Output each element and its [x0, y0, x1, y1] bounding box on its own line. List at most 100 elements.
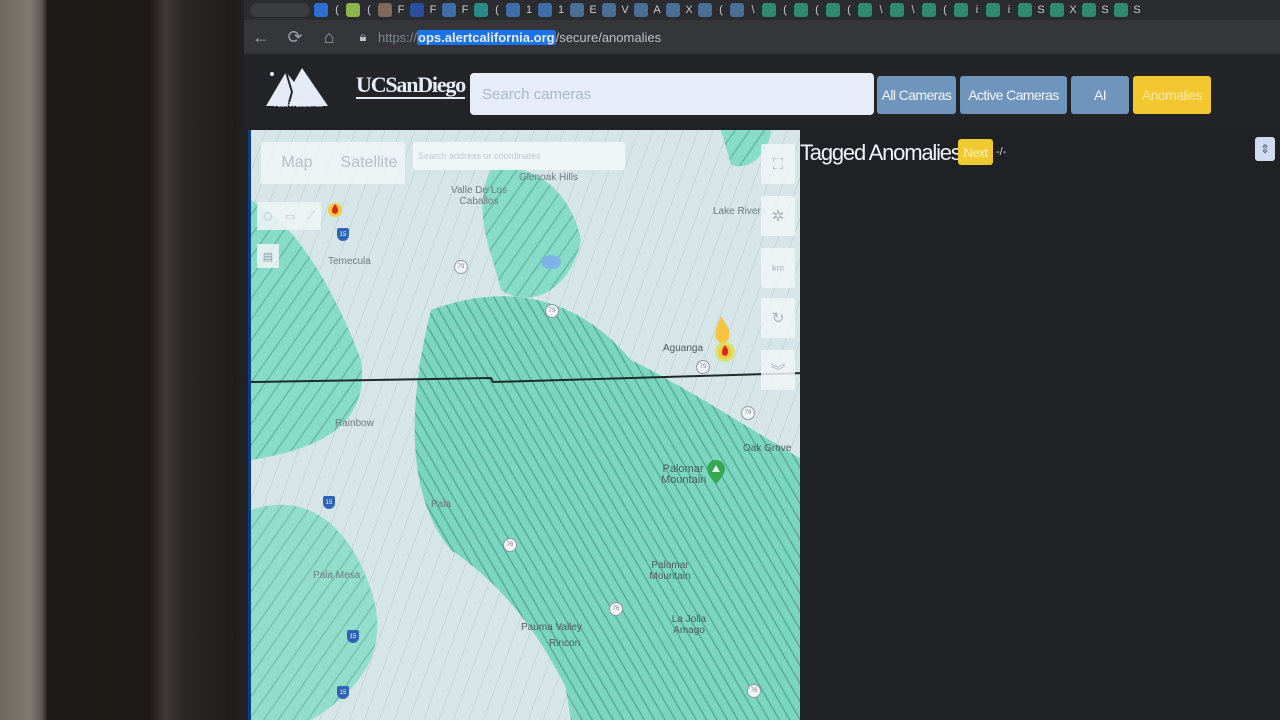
ai-button[interactable]: AI: [1071, 76, 1129, 114]
tab-title[interactable]: (: [332, 4, 342, 16]
tab-favicon[interactable]: [666, 3, 680, 17]
tab-title[interactable]: (: [844, 4, 854, 16]
url-bar[interactable]: 🔒︎ https:// ops.alertcalifornia.org /sec…: [352, 23, 1280, 51]
tab-favicon[interactable]: [762, 3, 776, 17]
tab-favicon[interactable]: [922, 3, 936, 17]
map-type-satellite[interactable]: Satellite: [333, 154, 405, 172]
tab-favicon[interactable]: [602, 3, 616, 17]
map-label: Pauma Valley: [521, 622, 582, 633]
tab-title[interactable]: E: [588, 4, 598, 16]
next-button[interactable]: Next: [958, 139, 993, 165]
tab-favicon[interactable]: [538, 3, 552, 17]
rotate-icon: ↻: [771, 310, 785, 327]
route-marker: 79: [454, 260, 468, 274]
park-marker-icon[interactable]: [707, 460, 725, 484]
tab-title[interactable]: (: [940, 4, 950, 16]
tab-favicon[interactable]: [410, 3, 424, 17]
fullscreen-button[interactable]: ⛶: [761, 144, 795, 184]
ruler-icon[interactable]: ▤: [257, 244, 279, 268]
tab-title[interactable]: 1: [524, 4, 534, 16]
tab-title[interactable]: S: [1100, 4, 1110, 16]
all-cameras-button[interactable]: All Cameras: [877, 76, 956, 114]
tab-title[interactable]: V: [620, 4, 630, 16]
tab-title[interactable]: X: [1068, 4, 1078, 16]
tab-active[interactable]: [250, 3, 310, 17]
anomalies-button[interactable]: Anomalies: [1133, 76, 1211, 114]
panel-title: Tagged Anomalies 0: [800, 140, 970, 166]
interstate-shield: 15: [337, 228, 349, 241]
network-icon: ✲: [771, 208, 785, 225]
tab-favicon[interactable]: [570, 3, 584, 17]
tab-favicon[interactable]: [954, 3, 968, 17]
tab-favicon[interactable]: [1018, 3, 1032, 17]
tab-title[interactable]: (: [492, 4, 502, 16]
tab-favicon[interactable]: [506, 3, 520, 17]
map-label: Aguanga: [663, 343, 704, 354]
panel-toggle-button[interactable]: ⇕: [1255, 137, 1275, 161]
interstate-shield: 15: [347, 630, 359, 643]
fire-marker[interactable]: [327, 200, 343, 218]
tab-title[interactable]: \: [908, 4, 918, 16]
tab-favicon[interactable]: [378, 3, 392, 17]
tab-title[interactable]: (: [780, 4, 790, 16]
map-label: Pala: [431, 499, 452, 510]
map-type-toggle: Map Satellite: [261, 142, 405, 184]
scale-button[interactable]: km: [761, 248, 795, 288]
tab-favicon[interactable]: [1082, 3, 1096, 17]
tagged-anomalies-heading: Tagged Anomalies: [800, 140, 962, 165]
map-type-map[interactable]: Map: [261, 154, 333, 172]
alertcalifornia-logo[interactable]: [262, 62, 332, 118]
tab-favicon[interactable]: [474, 3, 488, 17]
tab-favicon[interactable]: [346, 3, 360, 17]
tab-title[interactable]: (: [716, 4, 726, 16]
tab-favicon[interactable]: [1050, 3, 1064, 17]
tab-favicon[interactable]: [698, 3, 712, 17]
rectangle-tool-icon[interactable]: ▭: [285, 210, 295, 223]
reload-button[interactable]: ⟳: [278, 22, 312, 52]
tab-favicon[interactable]: [730, 3, 744, 17]
network-button[interactable]: ✲: [761, 196, 795, 236]
tab-favicon[interactable]: [890, 3, 904, 17]
route-marker: 76: [747, 684, 761, 698]
home-button[interactable]: ⌂: [312, 22, 346, 52]
tab-favicon[interactable]: [826, 3, 840, 17]
tab-title[interactable]: F: [460, 4, 470, 16]
tab-title[interactable]: 1: [556, 4, 566, 16]
layers-button[interactable]: ︾: [761, 350, 795, 390]
tab-title[interactable]: (: [812, 4, 822, 16]
tab-favicon[interactable]: [634, 3, 648, 17]
ucsd-logo[interactable]: UCSanDiego: [356, 74, 466, 99]
tab-title[interactable]: X: [684, 4, 694, 16]
tab-title[interactable]: i: [972, 4, 982, 16]
tab-favicon[interactable]: [858, 3, 872, 17]
fire-perimeter-marker[interactable]: [707, 314, 741, 368]
tab-favicon[interactable]: [314, 3, 328, 17]
tab-title[interactable]: F: [396, 4, 406, 16]
url-scheme: https://: [378, 29, 418, 45]
tab-favicon[interactable]: [794, 3, 808, 17]
tab-favicon[interactable]: [442, 3, 456, 17]
tab-title[interactable]: F: [428, 4, 438, 16]
rotate-button[interactable]: ↻: [761, 298, 795, 338]
active-cameras-button[interactable]: Active Cameras: [960, 76, 1067, 114]
tab-strip: ( ( F F F (1 1 E V A X ( \ ( ( ( \ \ ( i i S X S S: [244, 0, 1280, 20]
tab-favicon[interactable]: [1114, 3, 1128, 17]
scale-icon: km: [772, 263, 784, 273]
tab-title[interactable]: (: [364, 4, 374, 16]
map-label: Glenoak Hills: [519, 172, 578, 183]
browser-window: ( ( F F F (1 1 E V A X ( \ ( ( ( \ \ ( i i S X S S ← ⟳ ⌂ 🔒︎ http…: [244, 0, 1280, 720]
map-view[interactable]: Glenoak Hills Valle De Los Caballos Teme…: [248, 130, 800, 720]
tab-title[interactable]: S: [1132, 4, 1142, 16]
tab-title[interactable]: i: [1004, 4, 1014, 16]
tab-title[interactable]: S: [1036, 4, 1046, 16]
search-cameras-input[interactable]: [470, 73, 874, 115]
tab-title[interactable]: \: [876, 4, 886, 16]
tab-favicon[interactable]: [986, 3, 1000, 17]
tab-title[interactable]: \: [748, 4, 758, 16]
back-button[interactable]: ←: [244, 22, 278, 52]
tab-title[interactable]: A: [652, 4, 662, 16]
map-label: Rincon: [549, 638, 581, 649]
line-tool-icon[interactable]: ⟋: [307, 210, 315, 223]
map-search-input[interactable]: [413, 142, 625, 170]
polygon-tool-icon[interactable]: ⬡: [263, 210, 273, 223]
